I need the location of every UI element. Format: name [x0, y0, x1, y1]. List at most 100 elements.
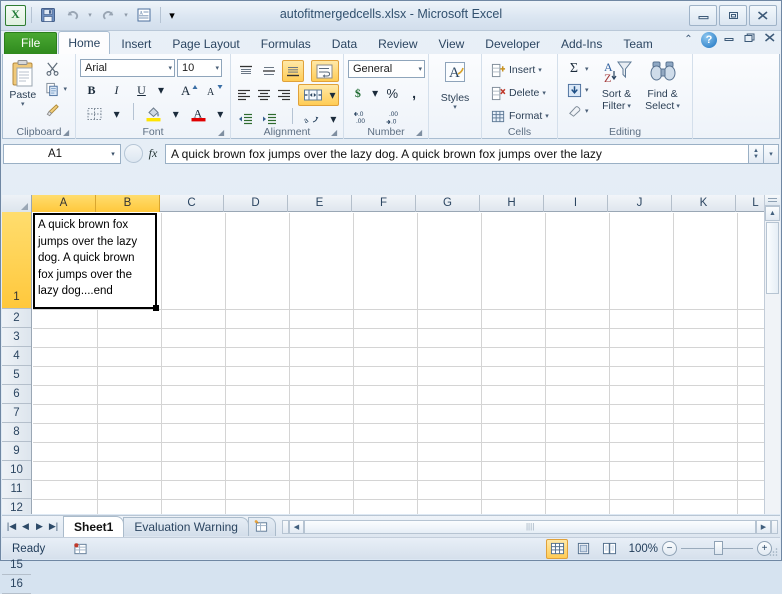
cut-button[interactable]: [40, 58, 71, 78]
row-header-16[interactable]: 16: [2, 575, 31, 594]
row-header-2[interactable]: 2: [2, 309, 31, 328]
name-box-caret-icon[interactable]: ▾: [106, 150, 120, 158]
help-icon[interactable]: ?: [701, 32, 717, 48]
merged-cell-a1-b1[interactable]: A quick brown fox jumps over the lazy do…: [33, 213, 157, 309]
fill-button[interactable]: ▾: [562, 80, 593, 100]
tab-view[interactable]: View: [429, 33, 475, 54]
styles-button[interactable]: A Styles ▾: [433, 57, 477, 121]
column-header-b[interactable]: B: [96, 195, 160, 212]
fill-color-button[interactable]: [139, 103, 168, 125]
delete-caret-icon[interactable]: ▾: [542, 90, 546, 97]
increase-decimal-button[interactable]: .0.00: [348, 106, 378, 128]
close-button[interactable]: [749, 5, 777, 26]
comma-style-button[interactable]: ,: [404, 82, 424, 104]
font-dialog-launcher[interactable]: ◢: [218, 128, 227, 137]
sort-filter-caret-icon[interactable]: ▾: [627, 103, 631, 110]
tab-team[interactable]: Team: [613, 33, 662, 54]
row-header-1[interactable]: 1: [2, 212, 31, 309]
tab-home[interactable]: Home: [58, 31, 110, 54]
paste-caret-icon[interactable]: ▾: [21, 101, 25, 108]
workbook-minimize-icon[interactable]: [722, 33, 737, 47]
font-name-combo[interactable]: Arial ▾: [80, 59, 175, 77]
vertical-scrollbar[interactable]: ▲: [764, 195, 780, 514]
font-color-caret-icon[interactable]: ▾: [214, 103, 226, 125]
number-format-combo[interactable]: General ▾: [348, 60, 425, 78]
format-painter-button[interactable]: [40, 101, 71, 121]
font-color-button[interactable]: A: [184, 103, 213, 125]
view-page-layout-button[interactable]: [572, 539, 594, 559]
font-size-caret-icon[interactable]: ▾: [212, 64, 219, 72]
delete-cells-button[interactable]: Delete ▾: [486, 82, 553, 104]
formula-bar-spinner[interactable]: ▲▼: [749, 144, 764, 164]
align-bottom-button[interactable]: [282, 60, 304, 82]
find-and-select-button[interactable]: Find & Select ▾: [641, 57, 685, 121]
view-normal-button[interactable]: [546, 539, 568, 559]
number-format-caret-icon[interactable]: ▾: [415, 65, 422, 73]
scroll-left-button[interactable]: ◀: [289, 520, 304, 534]
vertical-scroll-thumb[interactable]: [766, 222, 779, 294]
align-center-button[interactable]: [255, 84, 273, 106]
borders-button[interactable]: [80, 103, 109, 125]
paste-button[interactable]: Paste ▾: [7, 57, 38, 121]
minimize-button[interactable]: [689, 5, 717, 26]
fill-handle[interactable]: [153, 305, 159, 311]
horizontal-split-box[interactable]: [282, 520, 289, 534]
workbook-restore-icon[interactable]: [742, 33, 757, 47]
insert-caret-icon[interactable]: ▾: [538, 67, 542, 74]
sheet-tab-sheet1[interactable]: Sheet1: [63, 516, 124, 537]
horizontal-scrollbar[interactable]: ◀ |||| ▶: [282, 519, 778, 534]
insert-cells-button[interactable]: Insert ▾: [486, 59, 553, 81]
font-size-combo[interactable]: 10 ▾: [177, 59, 222, 77]
font-name-caret-icon[interactable]: ▾: [165, 64, 172, 72]
select-all-button[interactable]: [2, 195, 32, 212]
vertical-split-box[interactable]: [765, 195, 780, 206]
column-header-j[interactable]: J: [608, 195, 672, 212]
column-header-e[interactable]: E: [288, 195, 352, 212]
last-sheet-button[interactable]: ▶|: [47, 521, 60, 532]
number-dialog-launcher[interactable]: ◢: [416, 128, 425, 137]
column-header-k[interactable]: K: [672, 195, 736, 212]
format-cells-button[interactable]: Format ▾: [486, 105, 553, 127]
accounting-caret-icon[interactable]: ▾: [370, 82, 381, 104]
italic-button[interactable]: I: [105, 79, 128, 101]
horizontal-scroll-thumb[interactable]: ||||: [304, 520, 756, 534]
autosum-caret-icon[interactable]: ▾: [585, 66, 589, 73]
previous-sheet-button[interactable]: ◀: [19, 521, 32, 532]
row-header-11[interactable]: 11: [2, 480, 31, 499]
row-header-7[interactable]: 7: [2, 404, 31, 423]
find-select-caret-icon[interactable]: ▾: [676, 103, 680, 110]
align-top-button[interactable]: [235, 60, 257, 82]
row-header-9[interactable]: 9: [2, 442, 31, 461]
tab-formulas[interactable]: Formulas: [251, 33, 321, 54]
restore-button[interactable]: [719, 5, 747, 26]
scroll-up-button[interactable]: ▲: [765, 206, 780, 221]
tab-add-ins[interactable]: Add-Ins: [551, 33, 612, 54]
column-header-a[interactable]: A: [32, 195, 96, 212]
clear-button[interactable]: ▾: [562, 101, 593, 121]
column-header-i[interactable]: I: [544, 195, 608, 212]
autosum-button[interactable]: Σ ▾: [562, 59, 593, 79]
first-sheet-button[interactable]: |◀: [5, 521, 18, 532]
column-header-d[interactable]: D: [224, 195, 288, 212]
tab-developer[interactable]: Developer: [475, 33, 550, 54]
row-header-3[interactable]: 3: [2, 328, 31, 347]
align-left-button[interactable]: [235, 84, 253, 106]
copy-button[interactable]: ▾: [40, 79, 71, 99]
accounting-format-button[interactable]: $: [348, 82, 368, 104]
scroll-right-button[interactable]: ▶: [756, 520, 771, 534]
zoom-slider-track[interactable]: [681, 548, 753, 549]
collapse-ribbon-icon[interactable]: ⌃: [681, 33, 696, 47]
sort-and-filter-button[interactable]: AZ Sort & Filter ▾: [595, 57, 639, 121]
styles-caret-icon[interactable]: ▾: [453, 104, 457, 111]
view-page-break-preview-button[interactable]: [598, 539, 620, 559]
wrap-text-button[interactable]: [311, 60, 339, 82]
tab-insert[interactable]: Insert: [111, 33, 161, 54]
underline-caret-icon[interactable]: ▾: [155, 79, 167, 101]
fill-color-caret-icon[interactable]: ▾: [170, 103, 182, 125]
zoom-level[interactable]: 100%: [624, 543, 658, 555]
horizontal-split-box-right[interactable]: [771, 520, 778, 534]
name-box[interactable]: A1 ▾: [3, 144, 121, 164]
align-middle-button[interactable]: [259, 60, 281, 82]
borders-caret-icon[interactable]: ▾: [111, 103, 123, 125]
row-header-8[interactable]: 8: [2, 423, 31, 442]
